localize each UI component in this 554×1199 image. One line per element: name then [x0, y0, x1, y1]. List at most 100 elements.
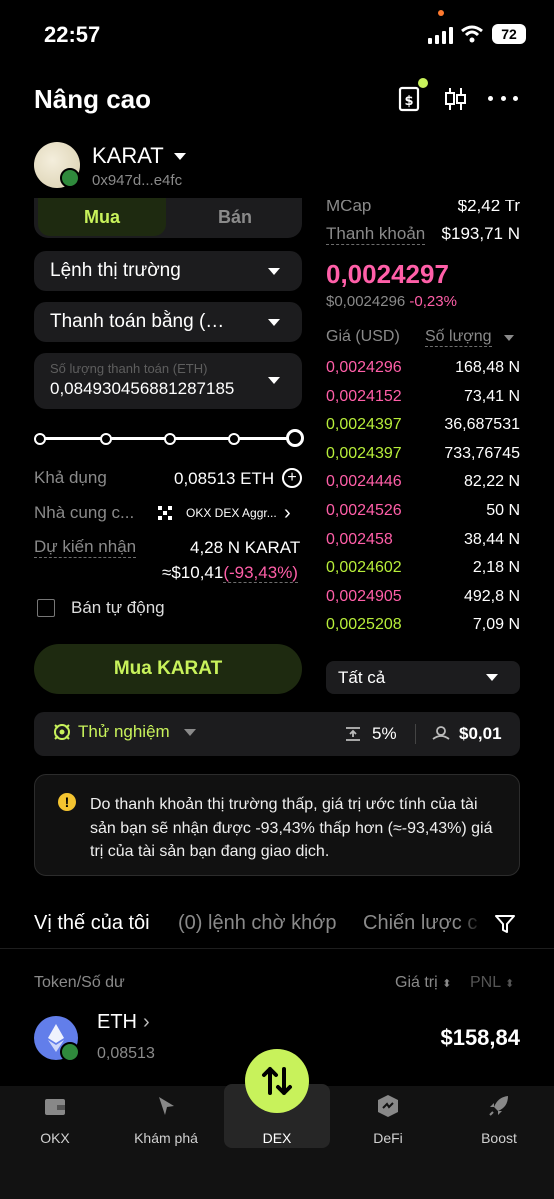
orderbook-row[interactable]: 0,0024526 50 N	[326, 497, 520, 525]
orderbook-amount: 492,8 N	[463, 587, 520, 605]
slippage-icon	[346, 727, 360, 741]
orderbook-amount: 7,09 N	[472, 616, 520, 634]
asset-value: $158,84	[440, 1025, 520, 1050]
orderbook-row[interactable]: 0,0024296 168,48 N	[326, 354, 520, 382]
available-label: Khả dụng	[34, 468, 107, 487]
dollar-doc-icon[interactable]: $	[398, 78, 428, 112]
filter-icon[interactable]	[494, 913, 516, 935]
orderbook-row[interactable]: 0,0024602 2,18 N	[326, 554, 520, 582]
defi-icon	[378, 1095, 398, 1117]
auto-sell-label: Bán tự động	[71, 598, 165, 617]
col-amount[interactable]: Số lượng	[425, 328, 492, 347]
order-type-select[interactable]: Lệnh thị trường	[34, 251, 302, 291]
chevron-down-icon	[268, 267, 280, 275]
nav-boost[interactable]: Boost	[444, 1086, 554, 1150]
nav-defi[interactable]: DeFi	[333, 1086, 443, 1150]
status-time: 22:57	[44, 22, 101, 47]
orderbook-amount: 73,41 N	[463, 387, 520, 405]
col-price: Giá (USD)	[326, 328, 400, 345]
available-value: 0,08513 ETH	[174, 469, 275, 488]
more-icon[interactable]	[488, 96, 518, 102]
compass-icon	[159, 1097, 174, 1115]
slider-handle[interactable]	[286, 429, 304, 447]
orderbook-row[interactable]: 0,0024446 82,22 N	[326, 468, 520, 496]
liquidity-label: Thanh khoản	[326, 224, 426, 245]
col-token-balance: Token/Số dư	[34, 974, 125, 991]
orderbook-price: 0,0025208	[326, 616, 402, 634]
chevron-down-icon	[268, 377, 280, 384]
buy-karat-button[interactable]: Mua KARAT	[34, 644, 302, 694]
candle-chart-icon[interactable]	[443, 86, 467, 112]
tab-sell[interactable]: Bán	[170, 198, 300, 236]
amount-value: 0,084930456881287185	[50, 379, 235, 398]
amount-slider[interactable]	[34, 428, 304, 450]
tab-strategy[interactable]: Chiến lược c	[363, 912, 483, 935]
plus-circle-icon[interactable]: +	[282, 468, 302, 488]
orderbook-row[interactable]: 0,0024152 73,41 N	[326, 383, 520, 411]
orderbook-price: 0,0024446	[326, 473, 402, 491]
chain-badge	[60, 1042, 80, 1062]
orderbook-amount: 82,22 N	[463, 473, 520, 491]
token-name: KARAT	[92, 143, 164, 168]
col-value-sort[interactable]: Giá trị ⬍	[395, 974, 451, 992]
orderbook-filter[interactable]: Tất cả	[326, 661, 520, 694]
tab-pending-orders[interactable]: (0) lệnh chờ khớp	[178, 912, 337, 935]
slippage-setting[interactable]: 5%	[344, 724, 397, 744]
orderbook-row[interactable]: 0,0024397 36,687531	[326, 411, 520, 439]
chevron-right-icon: ›	[143, 1011, 150, 1033]
wallet-icon	[45, 1099, 65, 1115]
provider-value[interactable]: OKX DEX Aggr...	[186, 506, 277, 520]
expected-usd-row: ≈$10,41(-93,43%)	[162, 563, 298, 583]
swap-icon[interactable]	[245, 1049, 309, 1113]
orderbook-amount: 38,44 N	[463, 530, 520, 548]
auto-sell-checkbox[interactable]	[37, 599, 55, 617]
orderbook-price: 0,0024526	[326, 502, 402, 519]
asset-balance: 0,08513	[97, 1045, 155, 1062]
orderbook-row[interactable]: 0,002458 38,44 N	[326, 526, 520, 554]
orderbook-row[interactable]: 0,0024905 492,8 N	[326, 583, 520, 611]
chevron-down-icon	[486, 674, 498, 681]
chain-badge	[60, 168, 80, 188]
orderbook-price: 0,0024905	[326, 587, 402, 605]
chevron-right-icon[interactable]: ›	[284, 502, 291, 525]
tab-my-positions[interactable]: Vị thế của tôi	[34, 912, 150, 935]
tab-buy[interactable]: Mua	[38, 198, 166, 236]
signal-icon	[428, 26, 454, 44]
fee-setting[interactable]: $0,01	[431, 724, 502, 744]
mcap-label: MCap	[326, 196, 372, 215]
price-usd-row: $0,0024296 -0,23%	[326, 293, 457, 310]
test-mode-select[interactable]: Thử nghiệm	[52, 722, 196, 742]
warning-icon: !	[58, 793, 76, 811]
warning-text: Do thanh khoản thị trường thấp, giá trị …	[90, 796, 493, 860]
divider	[415, 724, 416, 744]
nav-explore[interactable]: Khám phá	[111, 1086, 221, 1150]
orderbook-price: 0,0024602	[326, 559, 402, 577]
nav-okx[interactable]: OKX	[0, 1086, 110, 1150]
svg-text:$: $	[404, 94, 413, 109]
provider-label: Nhà cung c...	[34, 503, 135, 522]
recording-dot	[438, 10, 444, 16]
orderbook-price: 0,002458	[326, 530, 393, 548]
asset-eth[interactable]: ETH ›	[97, 1011, 150, 1034]
token-selector[interactable]: KARAT	[92, 143, 186, 169]
liquidity-value: $193,71 N	[441, 224, 520, 243]
orderbook-row[interactable]: 0,0025208 7,09 N	[326, 611, 520, 639]
rocket-icon	[489, 1096, 508, 1116]
orderbook-amount: 36,687531	[444, 416, 520, 434]
chevron-down-icon	[183, 728, 196, 736]
amount-input[interactable]: Số lượng thanh toán (ETH) 0,084930456881…	[34, 353, 302, 409]
okx-dex-icon	[158, 506, 172, 520]
pay-with-select[interactable]: Thanh toán bằng (…	[34, 302, 302, 342]
orderbook-price: 0,0024152	[326, 387, 402, 405]
orderbook-row[interactable]: 0,0024397 733,76745	[326, 440, 520, 468]
chevron-down-icon	[173, 152, 186, 160]
battery-icon: 72	[492, 24, 526, 44]
test-mode-icon	[54, 724, 70, 740]
orderbook-amount: 50 N	[486, 502, 520, 519]
chevron-down-icon	[268, 318, 280, 326]
page-title: Nâng cao	[34, 84, 152, 114]
wifi-icon	[461, 25, 483, 43]
col-pnl-sort[interactable]: PNL ⬍	[470, 974, 514, 992]
mcap-value: $2,42 Tr	[457, 196, 520, 215]
status-bar: 22:57 72	[0, 0, 554, 60]
